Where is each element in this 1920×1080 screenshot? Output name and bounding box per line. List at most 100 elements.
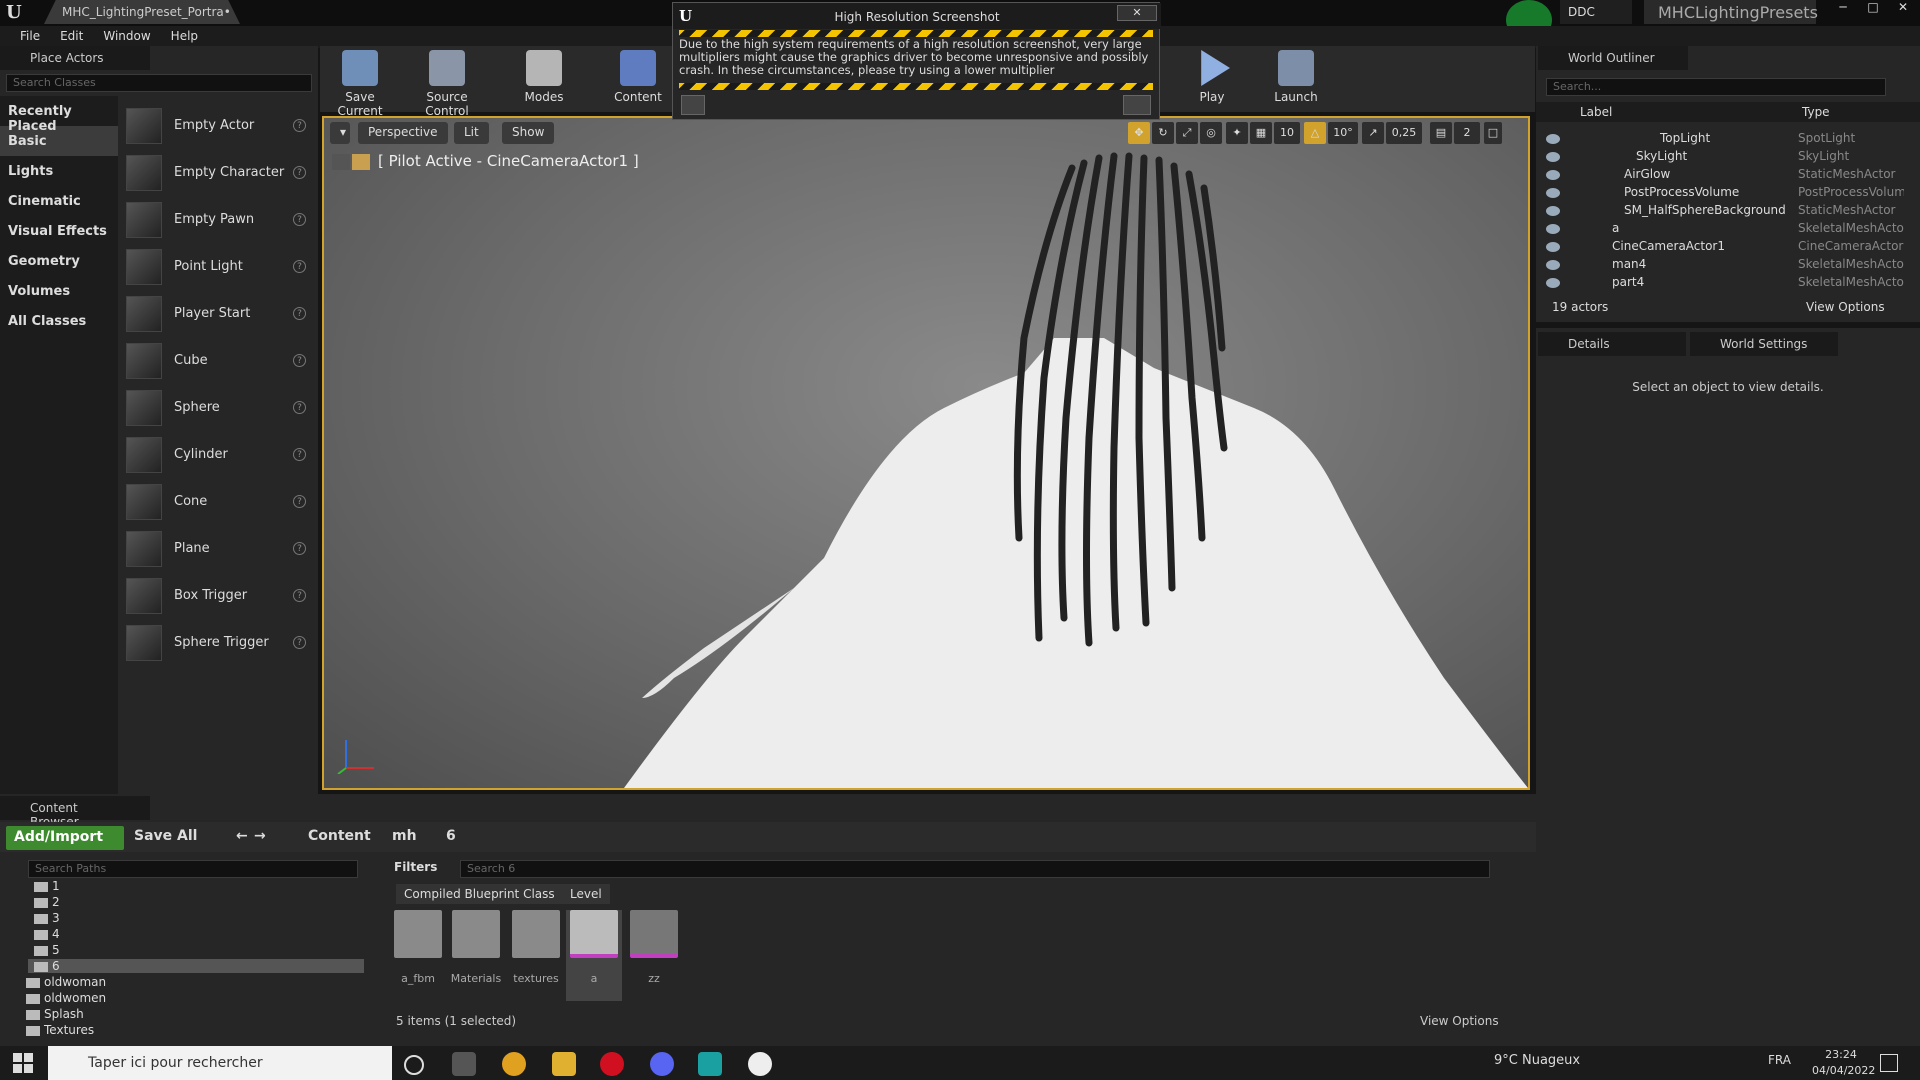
visibility-eye-icon[interactable] [1546,224,1560,234]
folder-tree-item[interactable]: oldwomen [26,991,106,1005]
save-current-button[interactable]: Save Current [324,50,396,118]
outliner-row[interactable]: SM_HalfSphereBackground StaticMeshActor [1536,203,1906,221]
level-viewport[interactable] [322,116,1530,790]
save-all-button[interactable]: Save All [134,828,197,844]
notification-icon[interactable] [1880,1054,1898,1072]
category-all-classes[interactable]: All Classes [0,306,118,336]
viewport-options-button[interactable]: ▾ [330,122,350,144]
take-screenshot-icon[interactable] [1123,95,1151,115]
help-icon[interactable]: ? [293,495,306,508]
actor-item[interactable]: Plane? [122,525,318,572]
system-clock[interactable]: 23:24 04/04/2022 [1812,1046,1875,1079]
actor-item[interactable]: Point Light? [122,243,318,290]
outliner-search-input[interactable]: Search... [1546,78,1886,96]
help-icon[interactable]: ? [293,542,306,555]
chrome-icon[interactable] [502,1052,526,1076]
outliner-row[interactable]: PostProcessVolume PostProcessVolum [1536,185,1906,203]
visibility-eye-icon[interactable] [1546,188,1560,198]
filters-button[interactable]: Filters [394,860,437,874]
forward-icon[interactable]: → [254,828,266,844]
rotation-snap-value[interactable]: 10° [1328,122,1358,144]
launch-button[interactable]: Launch [1264,50,1328,108]
actor-item[interactable]: Sphere? [122,384,318,431]
unreal-logo-icon[interactable]: U [6,2,28,24]
help-icon[interactable]: ? [293,260,306,273]
taskbar-search-input[interactable]: Taper ici pour rechercher [48,1046,392,1080]
category-cinematic[interactable]: Cinematic [0,186,118,216]
help-icon[interactable]: ? [293,119,306,132]
actor-item[interactable]: Empty Actor? [122,102,318,149]
actor-item[interactable]: Empty Character? [122,149,318,196]
metahuman-app-icon[interactable] [698,1052,722,1076]
add-import-button[interactable]: Add/Import [6,826,124,850]
visibility-eye-icon[interactable] [1546,152,1560,162]
translate-icon[interactable]: ✥ [1128,122,1150,144]
visibility-eye-icon[interactable] [1546,260,1560,270]
show-button[interactable]: Show [502,122,555,144]
menu-file[interactable]: File [10,26,50,48]
language-indicator[interactable]: FRA [1768,1053,1791,1067]
category-visual-effects[interactable]: Visual Effects [0,216,118,246]
folder-tree-item[interactable]: 3 [34,911,60,925]
visibility-eye-icon[interactable] [1546,242,1560,252]
visibility-eye-icon[interactable] [1546,206,1560,216]
back-icon[interactable]: ← [236,828,248,844]
folder-tree-item[interactable]: oldwoman [26,975,106,989]
actor-item[interactable]: Cube? [122,337,318,384]
camera-speed-value[interactable]: 2 [1454,122,1480,144]
windows-start-icon[interactable] [12,1052,34,1074]
maximize-viewport-icon[interactable]: □ [1484,122,1502,144]
dialog-close-button[interactable]: ✕ [1117,5,1157,21]
actor-item[interactable]: Cylinder? [122,431,318,478]
outliner-row[interactable]: man4 SkeletalMeshActo [1536,257,1906,275]
menu-window[interactable]: Window [93,26,160,48]
world-local-icon[interactable]: ◎ [1200,122,1222,144]
tab-content-browser[interactable]: Content Browser [0,796,150,829]
folder-tree-item[interactable]: Splash [26,1007,84,1021]
tab-place-actors[interactable]: Place Actors [0,46,150,70]
category-recently-placed[interactable]: Recently Placed [0,96,118,134]
discord-icon[interactable] [650,1052,674,1076]
minimize-icon[interactable]: ─ [1828,0,1858,18]
actor-item[interactable]: Empty Pawn? [122,196,318,243]
document-tab[interactable]: MHC_LightingPreset_Portra• [44,0,240,24]
tab-details[interactable]: Details [1538,332,1686,356]
visibility-eye-icon[interactable] [1546,134,1560,144]
maximize-icon[interactable]: □ [1858,0,1888,18]
rotate-icon[interactable]: ↻ [1152,122,1174,144]
ddc-indicator[interactable]: DDC [1560,0,1632,24]
search-classes-input[interactable]: Search Classes [6,74,312,92]
breadcrumb-6[interactable]: 6 [446,828,456,844]
outliner-row[interactable]: AirGlow StaticMeshActor [1536,167,1906,185]
content-button[interactable]: Content [606,50,670,108]
asset-tile[interactable]: textures [508,910,564,985]
cortana-icon[interactable] [404,1055,424,1075]
rotation-snap-icon[interactable]: △ [1304,122,1326,144]
category-geometry[interactable]: Geometry [0,246,118,276]
outliner-row[interactable]: CineCameraActor1 CineCameraActor [1536,239,1906,257]
asset-tile[interactable]: a_fbm [390,910,446,985]
surface-snap-icon[interactable]: ✦ [1226,122,1248,144]
visibility-eye-icon[interactable] [1546,170,1560,180]
unreal-engine-icon[interactable] [748,1052,772,1076]
opera-icon[interactable] [600,1052,624,1076]
source-control-button[interactable]: Source Control [404,50,490,118]
folder-tree-item[interactable]: 5 [34,943,60,957]
close-icon[interactable]: ✕ [1888,0,1918,18]
menu-help[interactable]: Help [161,26,208,48]
search-assets-input[interactable]: Search 6 [460,860,1490,878]
actor-item[interactable]: Sphere Trigger? [122,619,318,666]
tab-world-outliner[interactable]: World Outliner [1538,46,1688,70]
grid-size[interactable]: 10 [1274,122,1300,144]
outliner-row[interactable]: a SkeletalMeshActo [1536,221,1906,239]
category-lights[interactable]: Lights [0,156,118,186]
col-label[interactable]: Label [1580,105,1612,119]
help-icon[interactable]: ? [293,166,306,179]
folder-tree-item[interactable]: Textures [26,1023,94,1037]
filter-chip[interactable]: Compiled Blueprint Class [396,884,563,904]
folder-tree-item[interactable]: 4 [34,927,60,941]
weather-widget[interactable]: 9°C Nuageux [1494,1053,1580,1068]
col-type[interactable]: Type [1802,105,1830,119]
filter-chip[interactable]: Level [562,884,610,904]
outliner-row[interactable]: TopLight SpotLight [1536,131,1906,149]
